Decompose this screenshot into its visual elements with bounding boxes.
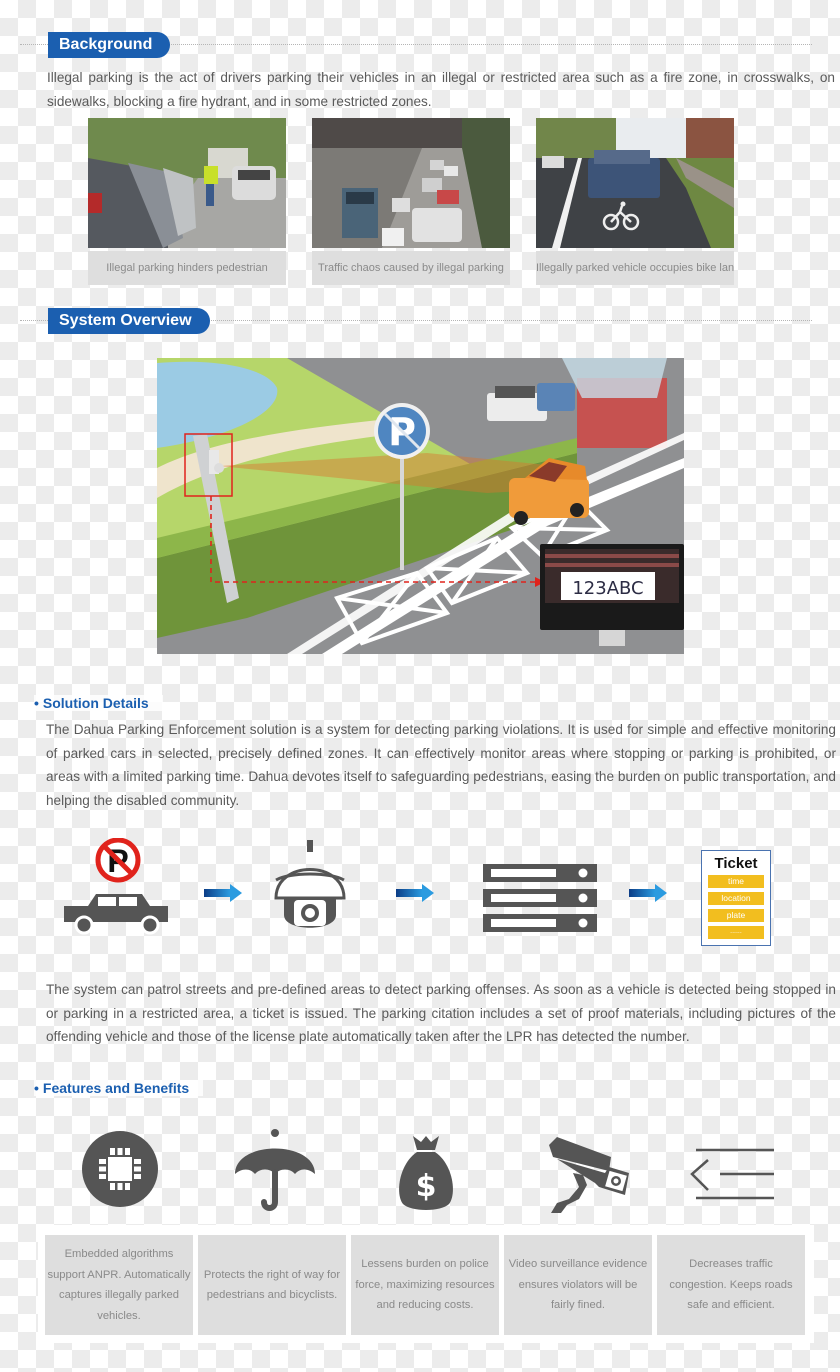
solution-paragraph: The Dahua Parking Enforcement solution i… [46,722,836,808]
ticket-field: plate [708,909,764,922]
dome-camera-icon [270,840,350,942]
section-header-background: Background [20,32,812,58]
background-paragraph: Illegal parking is the act of drivers pa… [47,70,835,109]
section-header-system-overview: System Overview [20,308,812,334]
bullet-icon: • [34,695,39,711]
section-title: Background [48,32,171,58]
ticket-field: time [708,875,764,888]
ticket-field: location [708,892,764,905]
system-overview-illustration: P 123ABC [157,358,684,654]
photo-traffic-chaos [312,118,510,248]
photo-bike-lane [536,118,734,248]
feature-card: Video surveillance evidence ensures viol… [504,1235,652,1335]
money-bag-icon: $ [397,1134,455,1210]
feature-card: Lessens burden on police force, maximizi… [351,1235,499,1335]
svg-text:$: $ [416,1169,437,1204]
arrow-right-icon [629,884,667,902]
feature-card: Protects the right of way for pedestrian… [198,1235,346,1335]
ticket-title: Ticket [714,855,758,872]
ticket-icon: Ticket time location plate ...... [701,850,771,946]
feature-card: Embedded algorithms support ANPR. Automa… [45,1235,193,1335]
photo-caption: Traffic chaos caused by illegal parking [312,251,510,285]
heading-text: Features and Benefits [42,1080,190,1096]
solution-details-heading: • Solution Details [34,695,163,711]
features-heading: • Features and Benefits [34,1080,204,1096]
heading-text: Solution Details [42,695,149,711]
collapse-menu-icon [690,1146,776,1202]
bullet-icon: • [34,1080,39,1096]
arrow-right-icon [396,884,434,902]
section-title: System Overview [48,308,210,334]
umbrella-icon [234,1128,316,1212]
chip-icon [81,1130,159,1208]
photo-caption: Illegally parked vehicle occupies bike l… [536,251,734,285]
no-parking-car-icon: P [62,837,172,938]
photo-caption: Illegal parking hinders pedestrian [88,251,286,285]
feature-card: Decreases traffic congestion. Keeps road… [657,1235,805,1335]
server-rack-icon [483,864,597,932]
license-plate-text: 123ABC [572,578,643,599]
photo-illegal-parking-pedestrian [88,118,286,248]
arrow-right-icon [204,884,242,902]
ticket-field: ...... [708,926,764,939]
cctv-camera-icon [547,1137,633,1215]
system-paragraph: The system can patrol streets and pre-de… [46,982,836,1044]
